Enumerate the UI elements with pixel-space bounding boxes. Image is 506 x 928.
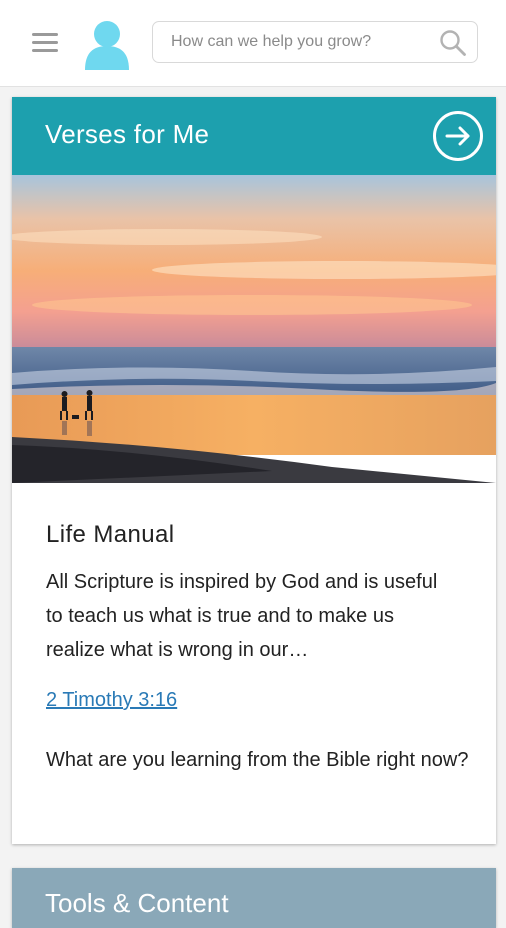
card-header: Verses for Me xyxy=(12,97,496,175)
verse-text: All Scripture is inspired by God and is … xyxy=(46,571,438,661)
arrow-right-circle-icon[interactable] xyxy=(432,110,484,162)
card-title: Verses for Me xyxy=(45,119,210,149)
hamburger-menu-icon[interactable] xyxy=(32,33,58,53)
reflection-prompt: What are you learning from the Bible rig… xyxy=(46,749,469,771)
user-avatar-icon[interactable] xyxy=(83,20,131,70)
beach-sunset-photo xyxy=(12,175,496,483)
top-app-bar xyxy=(0,0,506,87)
verse-title: Life Manual xyxy=(46,521,175,548)
verses-for-me-card: Verses for Me Life Manual All Scripture … xyxy=(12,97,496,844)
verse-reference-link[interactable]: 2 Timothy 3:16 xyxy=(46,689,177,712)
search-input[interactable] xyxy=(153,22,423,62)
search-icon[interactable] xyxy=(439,29,467,57)
search-bar xyxy=(152,21,478,63)
card2-title: Tools & Content xyxy=(45,888,229,918)
tools-content-card[interactable]: Tools & Content xyxy=(12,868,496,928)
